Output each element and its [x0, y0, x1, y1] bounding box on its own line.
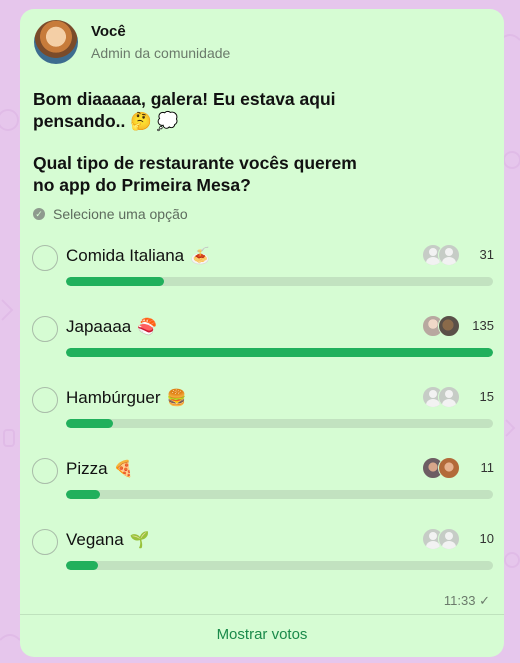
option-label: Comida Italiana — [66, 246, 185, 265]
voter-avatar — [438, 386, 460, 408]
show-votes-button[interactable]: Mostrar votos — [20, 626, 504, 643]
voter-avatars[interactable] — [422, 244, 460, 266]
poll-option[interactable]: Vegana 🌱 10 — [32, 527, 494, 587]
voter-avatar — [438, 457, 460, 479]
progress-track — [66, 277, 493, 286]
check-circle-icon: ✓ — [33, 208, 45, 220]
poll-option[interactable]: Comida Italiana 🍝 31 — [32, 243, 494, 303]
voter-avatars[interactable] — [422, 457, 460, 479]
progress-fill — [66, 277, 165, 286]
message-timestamp: 11:33 ✓ — [443, 593, 490, 608]
voter-avatar — [438, 315, 460, 337]
poll-question: Qual tipo de restaurante vocês querem no… — [33, 153, 357, 195]
option-radio[interactable] — [32, 316, 58, 342]
vote-count: 31 — [479, 247, 494, 262]
poll-message-card: Você Admin da comunidade Bom diaaaaa, ga… — [20, 9, 504, 657]
progress-track — [66, 419, 493, 428]
voter-avatar — [438, 244, 460, 266]
progress-track — [66, 561, 493, 570]
author-name[interactable]: Você — [91, 23, 230, 40]
option-emoji: 🍕 — [113, 461, 134, 478]
option-label: Hambúrguer — [66, 388, 161, 407]
author-avatar[interactable] — [34, 20, 78, 64]
option-radio[interactable] — [32, 387, 58, 413]
message-text: Bom diaaaaa, galera! Eu estava aqui pens… — [33, 89, 336, 131]
option-emoji: 🍝 — [190, 248, 211, 265]
option-emoji: 🍣 — [137, 319, 158, 336]
divider — [20, 614, 504, 615]
progress-fill — [66, 419, 113, 428]
progress-fill — [66, 561, 99, 570]
select-hint: ✓ Selecione uma opção — [33, 206, 188, 222]
progress-track — [66, 490, 493, 499]
vote-count: 10 — [479, 531, 494, 546]
vote-count: 135 — [472, 318, 494, 333]
message-header: Você Admin da comunidade — [34, 20, 230, 64]
poll-option[interactable]: Japaaaa 🍣 135 — [32, 314, 494, 374]
voter-avatar — [438, 528, 460, 550]
progress-fill — [66, 348, 493, 357]
voter-avatars[interactable] — [422, 528, 460, 550]
voter-avatars[interactable] — [422, 315, 460, 337]
option-radio[interactable] — [32, 529, 58, 555]
option-label: Vegana — [66, 530, 124, 549]
poll-option[interactable]: Pizza 🍕 11 — [32, 456, 494, 516]
poll-option[interactable]: Hambúrguer 🍔 15 — [32, 385, 494, 445]
select-hint-text: Selecione uma opção — [53, 206, 188, 222]
progress-fill — [66, 490, 101, 499]
voter-avatars[interactable] — [422, 386, 460, 408]
option-emoji: 🌱 — [129, 532, 150, 549]
vote-count: 15 — [479, 389, 494, 404]
option-emoji: 🍔 — [166, 390, 187, 407]
vote-count: 11 — [480, 460, 495, 475]
option-radio[interactable] — [32, 458, 58, 484]
option-label: Pizza — [66, 459, 108, 478]
option-radio[interactable] — [32, 245, 58, 271]
option-label: Japaaaa — [66, 317, 132, 336]
progress-track — [66, 348, 493, 357]
author-role: Admin da comunidade — [91, 45, 231, 61]
